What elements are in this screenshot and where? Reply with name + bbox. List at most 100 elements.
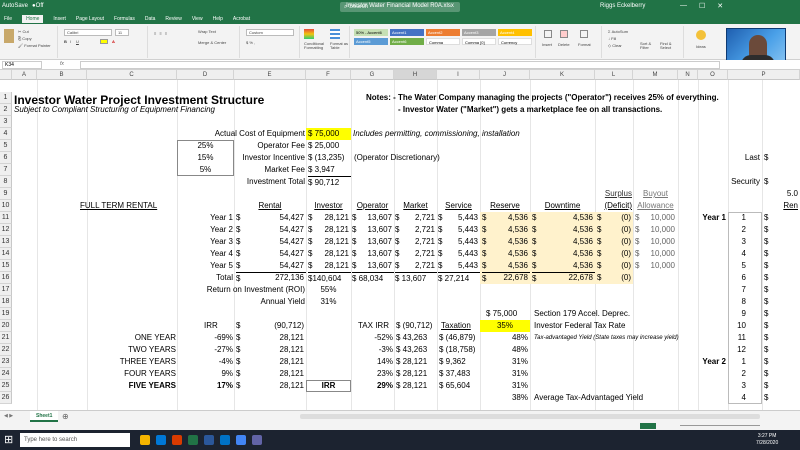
roi-label[interactable]: Return on Investment (ROI)	[177, 284, 305, 296]
schedule-period[interactable]: 2	[728, 368, 746, 380]
user-name[interactable]: Riggs Eckelberry	[600, 3, 645, 9]
row-header[interactable]: 1	[0, 92, 12, 104]
style-comma0[interactable]: Comma [0]	[462, 38, 496, 45]
col-header-e[interactable]: E	[234, 70, 306, 80]
downtime-value[interactable]: 4,536	[532, 248, 593, 260]
schedule-year-label[interactable]	[698, 224, 726, 236]
year-label[interactable]: Year 4	[177, 248, 233, 260]
schedule-year-label[interactable]	[698, 332, 726, 344]
font-size-box[interactable]: 11	[115, 29, 129, 36]
row-header[interactable]: 22	[0, 344, 12, 356]
fill-button[interactable]: ↓ Fill	[608, 36, 616, 41]
tab-insert[interactable]: Insert	[53, 16, 66, 22]
align-icons[interactable]: ≡ ≡ ≡	[154, 31, 168, 36]
tax-cash-value[interactable]: $ 28,121	[396, 380, 427, 392]
p20[interactable]: 10	[728, 320, 746, 332]
tab-view[interactable]: View	[192, 16, 203, 22]
col-header-c[interactable]: C	[87, 70, 177, 80]
irr-header[interactable]: IRR	[204, 320, 218, 332]
total-downtime[interactable]: 22,678	[532, 272, 593, 284]
annual-yield-label[interactable]: Annual Yield	[177, 296, 305, 308]
sec179-label[interactable]: Section 179 Accel. Deprec.	[534, 308, 630, 320]
conditional-formatting-icon[interactable]	[304, 29, 314, 39]
market-fee-label[interactable]: Market Fee	[234, 164, 305, 176]
operator-value[interactable]: 13,607	[352, 248, 392, 260]
operator-fee-label[interactable]: Operator Fee	[234, 140, 305, 152]
taxation-value[interactable]: $ 65,604	[439, 380, 470, 392]
investment-total-label[interactable]: Investment Total	[234, 176, 305, 188]
row-header[interactable]: 24	[0, 368, 12, 380]
row-header[interactable]: 14	[0, 248, 12, 260]
paste-icon[interactable]	[4, 29, 14, 43]
row-header[interactable]: 8	[0, 176, 12, 188]
deficit-value[interactable]: (0)	[597, 224, 631, 236]
cost-note[interactable]: Includes permitting, commissioning, inst…	[353, 128, 520, 140]
tab-page-layout[interactable]: Page Layout	[76, 16, 104, 22]
row-header[interactable]: 7	[0, 164, 12, 176]
total-operator[interactable]: $ 68,034	[352, 272, 394, 284]
style-accent1[interactable]: Accent1	[390, 29, 424, 36]
cost-label[interactable]: Actual Cost of Equipment	[177, 128, 305, 140]
market-value[interactable]: 2,721	[395, 212, 435, 224]
service-value[interactable]: 5,443	[438, 212, 478, 224]
cash-value[interactable]: 28,121	[236, 344, 304, 356]
tab-file[interactable]: File	[4, 16, 12, 22]
security-label[interactable]: Security	[698, 176, 760, 188]
font-color-icon[interactable]: A	[112, 39, 115, 44]
buyout-value[interactable]: 10,000	[635, 212, 675, 224]
service-value[interactable]: 5,443	[438, 260, 478, 272]
tax-yield-value[interactable]: 31%	[480, 368, 528, 380]
tab-review[interactable]: Review	[165, 16, 181, 22]
operator-fee-value[interactable]: $ 25,000	[308, 140, 339, 152]
col-header-j[interactable]: J	[480, 70, 530, 80]
tax-rate-label[interactable]: Investor Federal Tax Rate	[534, 320, 625, 332]
schedule-period[interactable]: 1	[728, 356, 746, 368]
year-label[interactable]: Year 1	[177, 212, 233, 224]
investor-value[interactable]: 28,121	[308, 260, 349, 272]
col-header-n[interactable]: N	[678, 70, 698, 80]
tax-irr-value[interactable]: 14%	[351, 356, 393, 368]
spreadsheet-grid[interactable]: A B C D E F G H I J K L M N O P 1 2 3 4 …	[0, 70, 800, 410]
market-value[interactable]: 2,721	[395, 236, 435, 248]
tax-yield-value[interactable]: 48%	[480, 344, 528, 356]
font-name-box[interactable]: Calibri	[64, 29, 112, 36]
schedule-period[interactable]: 12	[728, 344, 746, 356]
deficit-header[interactable]: (Deficit)	[595, 200, 632, 212]
col-header-d[interactable]: D	[177, 70, 234, 80]
formula-input[interactable]	[80, 61, 720, 69]
find-select-button[interactable]: Find & Select	[660, 42, 680, 50]
irr-period-label[interactable]: THREE YEARS	[87, 356, 176, 368]
name-box[interactable]: K34	[2, 61, 42, 69]
row-header[interactable]: 26	[0, 392, 12, 404]
col-header-h[interactable]: H	[394, 70, 437, 80]
bold-icon[interactable]: B	[64, 39, 67, 44]
deficit-value[interactable]: (0)	[597, 236, 631, 248]
investor-value[interactable]: 28,121	[308, 212, 349, 224]
ideas-icon[interactable]	[696, 30, 706, 40]
taxation-value[interactable]: $ 37,483	[439, 368, 470, 380]
insert-button[interactable]: Insert	[542, 42, 552, 47]
row-header[interactable]: 13	[0, 236, 12, 248]
irr-button-label[interactable]: IRR	[306, 380, 351, 392]
operator-value[interactable]: 13,607	[352, 236, 392, 248]
deficit-value[interactable]: (0)	[597, 212, 631, 224]
copy-icon[interactable]: ⎘ Copy	[18, 36, 32, 41]
sheet-nav-icons[interactable]: ◀ ▶	[4, 413, 13, 419]
underline-icon[interactable]: U	[76, 39, 79, 44]
tax-irr-header[interactable]: TAX IRR	[358, 320, 389, 332]
total-label[interactable]: Total	[177, 272, 233, 284]
italic-icon[interactable]: I	[70, 39, 71, 44]
rental-value[interactable]: 54,427	[236, 260, 304, 272]
row-header[interactable]: 21	[0, 332, 12, 344]
reserve-value[interactable]: 4,536	[482, 248, 528, 260]
rental-value[interactable]: 54,427	[236, 236, 304, 248]
taxation-value[interactable]: $ 9,362	[439, 356, 466, 368]
last-label[interactable]: Last	[698, 152, 760, 164]
tax-yield-note[interactable]: Tax-advantaged Yield (State taxes may in…	[534, 332, 679, 344]
irr-period-label[interactable]: FOUR YEARS	[87, 368, 176, 380]
cut-icon[interactable]: ✂ Cut	[18, 29, 29, 34]
investment-total-value[interactable]: $ 90,712	[308, 176, 351, 188]
row-header[interactable]: 25	[0, 380, 12, 392]
market-pct[interactable]: 5%	[177, 164, 234, 176]
total-rental[interactable]: 272,136	[236, 272, 304, 284]
